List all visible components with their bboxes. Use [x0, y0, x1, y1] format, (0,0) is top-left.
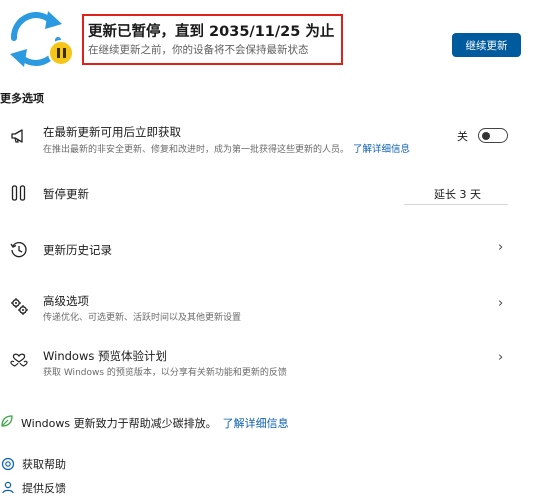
chevron-right-icon: ›	[498, 350, 504, 365]
carbon-learn-more-link[interactable]: 了解详细信息	[223, 417, 289, 430]
resume-updates-button[interactable]: 继续更新	[452, 33, 521, 57]
option-row-update-history[interactable]: 更新历史记录 ›	[0, 236, 538, 264]
toggle-label: 关	[457, 130, 468, 143]
leaf-icon	[0, 413, 14, 427]
option-desc: 传递优化、可选更新、活跃时间以及其他更新设置	[43, 313, 242, 323]
gears-icon	[9, 296, 29, 316]
page-subtitle: 在继续更新之前，你的设备将不会保持最新状态	[88, 44, 309, 56]
get-help-link[interactable]: 获取帮助	[22, 456, 66, 472]
section-label-more-options: 更多选项	[0, 92, 44, 105]
option-title: 高级选项	[43, 294, 89, 308]
option-title: Windows 预览体验计划	[43, 349, 167, 363]
carbon-note: Windows 更新致力于帮助减少碳排放。 了解详细信息	[21, 417, 289, 430]
chevron-right-icon: ›	[498, 296, 504, 311]
option-row-advanced[interactable]: 高级选项 传递优化、可选更新、活跃时间以及其他更新设置 ›	[0, 290, 538, 324]
option-row-insider[interactable]: Windows 预览体验计划 获取 Windows 的预览版本，以分享有关新功能…	[0, 344, 538, 378]
pause-badge-icon	[48, 40, 74, 66]
option-title: 暂停更新	[43, 187, 89, 201]
option-desc: 获取 Windows 的预览版本，以分享有关新功能和更新的反馈	[43, 368, 287, 378]
option-desc: 在推出最新的非安全更新、修复和改进时，成为第一批获得这些更新的人员。 了解详细信息	[43, 144, 411, 155]
learn-more-link[interactable]: 了解详细信息	[353, 144, 410, 155]
pause-icon	[9, 183, 29, 203]
option-row-get-latest[interactable]: 在最新更新可用后立即获取 在推出最新的非安全更新、修复和改进时，成为第一批获得这…	[0, 120, 538, 156]
page-title: 更新已暂停，直到 2035/11/25 为止	[88, 24, 335, 40]
pause-duration-value: 延长 3 天	[434, 188, 481, 201]
insider-hearts-icon	[9, 350, 29, 370]
option-title: 更新历史记录	[43, 243, 112, 257]
feedback-icon	[1, 479, 15, 494]
history-icon	[9, 240, 29, 260]
help-icon	[1, 456, 15, 471]
chevron-right-icon: ›	[498, 240, 504, 255]
megaphone-icon	[9, 126, 29, 146]
get-latest-toggle[interactable]	[478, 128, 508, 143]
option-title: 在最新更新可用后立即获取	[43, 125, 181, 139]
